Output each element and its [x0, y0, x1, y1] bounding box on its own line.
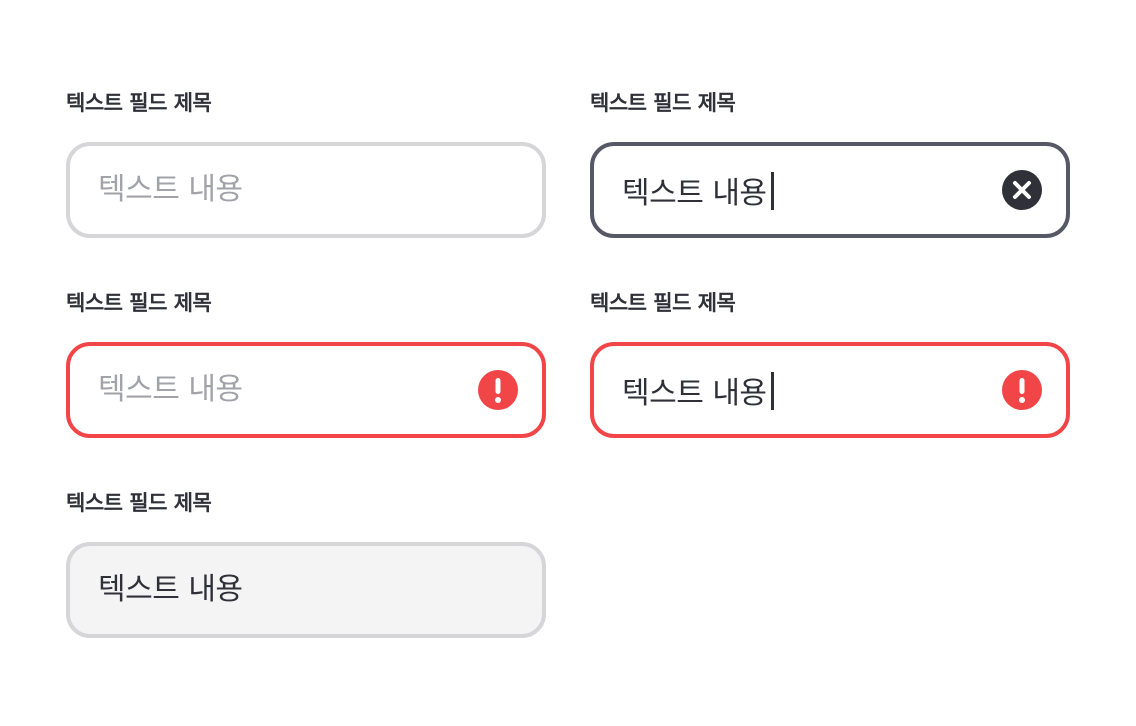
error-icon [478, 370, 518, 410]
field-label: 텍스트 필드 제목 [66, 491, 212, 515]
error-icon [1002, 370, 1042, 410]
text-input[interactable]: 텍스트 내용 [590, 342, 1070, 438]
input-value: 텍스트 내용 [622, 172, 774, 212]
text-caret [770, 172, 774, 210]
clear-icon[interactable] [1002, 170, 1042, 210]
text-input[interactable]: 텍스트 내용 [590, 142, 1070, 238]
input-value-text: 텍스트 내용 [622, 376, 767, 411]
input-placeholder: 텍스트 내용 [98, 372, 243, 407]
field-label: 텍스트 필드 제목 [590, 291, 736, 315]
input-value: 텍스트 내용 [622, 372, 774, 412]
text-input[interactable]: 텍스트 내용 [66, 142, 546, 238]
text-input: 텍스트 내용 [66, 542, 546, 638]
input-placeholder: 텍스트 내용 [98, 172, 243, 207]
field-label: 텍스트 필드 제목 [590, 91, 736, 115]
field-label: 텍스트 필드 제목 [66, 91, 212, 115]
text-caret [770, 372, 774, 410]
field-label: 텍스트 필드 제목 [66, 291, 212, 315]
input-value: 텍스트 내용 [98, 572, 243, 607]
text-input[interactable]: 텍스트 내용 [66, 342, 546, 438]
input-value-text: 텍스트 내용 [622, 176, 767, 211]
